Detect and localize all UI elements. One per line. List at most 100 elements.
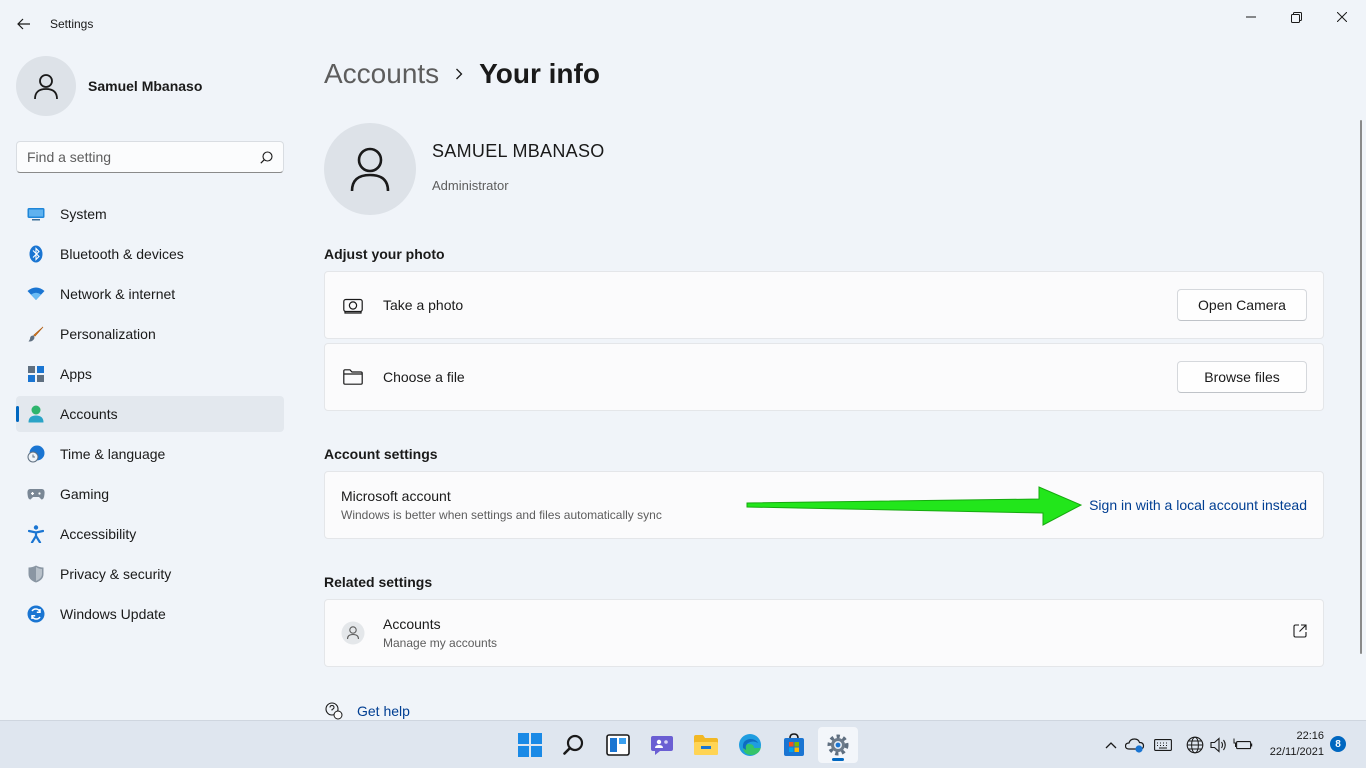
- sidebar-item-accessibility[interactable]: Accessibility: [16, 516, 284, 552]
- taskbar: [0, 720, 1366, 768]
- clock-globe-icon: [26, 444, 46, 464]
- user-avatar: [324, 123, 416, 215]
- widgets-icon[interactable]: [598, 727, 638, 763]
- sidebar-item-gaming[interactable]: Gaming: [16, 476, 284, 512]
- sidebar-item-accounts[interactable]: Accounts: [16, 396, 284, 432]
- chevron-up-icon[interactable]: [1101, 735, 1121, 755]
- edge-icon[interactable]: [730, 727, 770, 763]
- sidebar-item-time-language[interactable]: Time & language: [16, 436, 284, 472]
- search-box[interactable]: [16, 141, 284, 173]
- profile-name: Samuel Mbanaso: [88, 78, 203, 94]
- sidebar-item-network[interactable]: Network & internet: [16, 276, 284, 312]
- clock[interactable]: 22:16 22/11/2021: [1260, 728, 1324, 760]
- get-help-link[interactable]: Get help: [324, 702, 410, 720]
- related-accounts-card[interactable]: Accounts Manage my accounts: [324, 599, 1324, 667]
- sidebar-item-bluetooth[interactable]: Bluetooth & devices: [16, 236, 284, 272]
- sidebar-item-label: Gaming: [60, 486, 110, 502]
- sidebar-item-label: Windows Update: [60, 606, 166, 622]
- chevron-right-icon: [455, 68, 463, 80]
- onedrive-sync-icon[interactable]: [1125, 735, 1145, 755]
- open-camera-button[interactable]: Open Camera: [1177, 289, 1307, 321]
- sidebar-item-label: Network & internet: [60, 286, 176, 302]
- sidebar-item-system[interactable]: System: [16, 196, 284, 232]
- sidebar-item-label: Privacy & security: [60, 566, 172, 582]
- camera-icon: [341, 293, 365, 317]
- user-role: Administrator: [432, 178, 509, 193]
- update-icon: [26, 604, 46, 624]
- monitor-icon: [26, 204, 46, 224]
- sidebar-item-apps[interactable]: Apps: [16, 356, 284, 392]
- related-accounts-subtitle: Manage my accounts: [383, 636, 498, 650]
- related-accounts-title: Accounts: [383, 616, 441, 632]
- search-icon: [260, 150, 273, 164]
- scrollbar[interactable]: [1360, 120, 1362, 654]
- notification-badge[interactable]: 8: [1330, 736, 1346, 752]
- take-photo-card: Take a photo Open Camera: [324, 271, 1324, 339]
- close-icon: [1337, 12, 1347, 22]
- wifi-icon: [26, 284, 46, 304]
- choose-file-label: Choose a file: [383, 369, 465, 385]
- user-info: SAMUEL MBANASO Administrator: [324, 123, 605, 215]
- battery-icon[interactable]: [1233, 735, 1253, 755]
- folder-icon: [341, 365, 365, 389]
- local-account-link[interactable]: Sign in with a local account instead: [1089, 497, 1307, 513]
- avatar: [16, 56, 76, 116]
- back-button[interactable]: [12, 10, 36, 38]
- take-photo-label: Take a photo: [383, 297, 464, 313]
- file-explorer-icon[interactable]: [686, 727, 726, 763]
- minimize-button[interactable]: [1228, 6, 1274, 28]
- sidebar-item-label: System: [60, 206, 107, 222]
- breadcrumb-parent[interactable]: Accounts: [324, 58, 439, 90]
- browse-files-button[interactable]: Browse files: [1177, 361, 1307, 393]
- sidebar-item-label: Personalization: [60, 326, 156, 342]
- breadcrumb: Accounts Your info: [324, 58, 600, 90]
- sidebar-nav: System Bluetooth & devices Network & int…: [16, 196, 284, 636]
- back-arrow-icon: [17, 18, 30, 30]
- clock-date: 22/11/2021: [1269, 746, 1324, 758]
- sidebar-item-label: Time & language: [60, 446, 166, 462]
- search-icon[interactable]: [554, 727, 594, 763]
- brush-icon: [26, 324, 46, 344]
- clock-time: 22:16: [1296, 730, 1324, 742]
- windows-start-icon[interactable]: [510, 727, 550, 763]
- restore-icon: [1290, 11, 1302, 23]
- title-bar: Settings: [0, 0, 1366, 48]
- minimize-icon: [1246, 16, 1256, 18]
- close-button[interactable]: [1319, 6, 1365, 28]
- network-globe-icon[interactable]: [1185, 735, 1205, 755]
- help-icon: [325, 702, 343, 720]
- page-title: Your info: [479, 58, 600, 89]
- person-icon: [26, 404, 46, 424]
- apps-icon: [26, 364, 46, 384]
- store-icon[interactable]: [774, 727, 814, 763]
- person-icon: [350, 147, 390, 192]
- external-link-icon[interactable]: [1293, 623, 1307, 643]
- sidebar-item-windows-update[interactable]: Windows Update: [16, 596, 284, 632]
- restore-button[interactable]: [1273, 6, 1319, 28]
- user-name: SAMUEL MBANASO: [432, 141, 605, 161]
- annotation-arrow: [746, 486, 1083, 526]
- app-title: Settings: [50, 17, 94, 31]
- sidebar-item-privacy[interactable]: Privacy & security: [16, 556, 284, 592]
- chat-icon[interactable]: [642, 727, 682, 763]
- sidebar-item-label: Accounts: [60, 406, 118, 422]
- get-help-label: Get help: [357, 703, 410, 719]
- adjust-photo-heading: Adjust your photo: [324, 246, 445, 262]
- choose-file-card: Choose a file Browse files: [324, 343, 1324, 411]
- person-icon: [34, 74, 58, 100]
- sidebar-item-personalization[interactable]: Personalization: [16, 316, 284, 352]
- keyboard-icon[interactable]: [1153, 735, 1173, 755]
- sidebar-profile: Samuel Mbanaso: [16, 56, 202, 116]
- sidebar-item-label: Apps: [60, 366, 92, 382]
- shield-icon: [26, 564, 46, 584]
- volume-icon[interactable]: [1209, 735, 1229, 755]
- search-input[interactable]: [27, 149, 260, 165]
- gamepad-icon: [26, 484, 46, 504]
- sidebar-item-label: Accessibility: [60, 526, 137, 542]
- settings-icon[interactable]: [818, 727, 858, 763]
- active-app-indicator: [832, 758, 844, 761]
- accessibility-icon: [26, 524, 46, 544]
- person-circle-icon: [341, 621, 365, 645]
- bluetooth-icon: [26, 244, 46, 264]
- related-settings-heading: Related settings: [324, 574, 433, 590]
